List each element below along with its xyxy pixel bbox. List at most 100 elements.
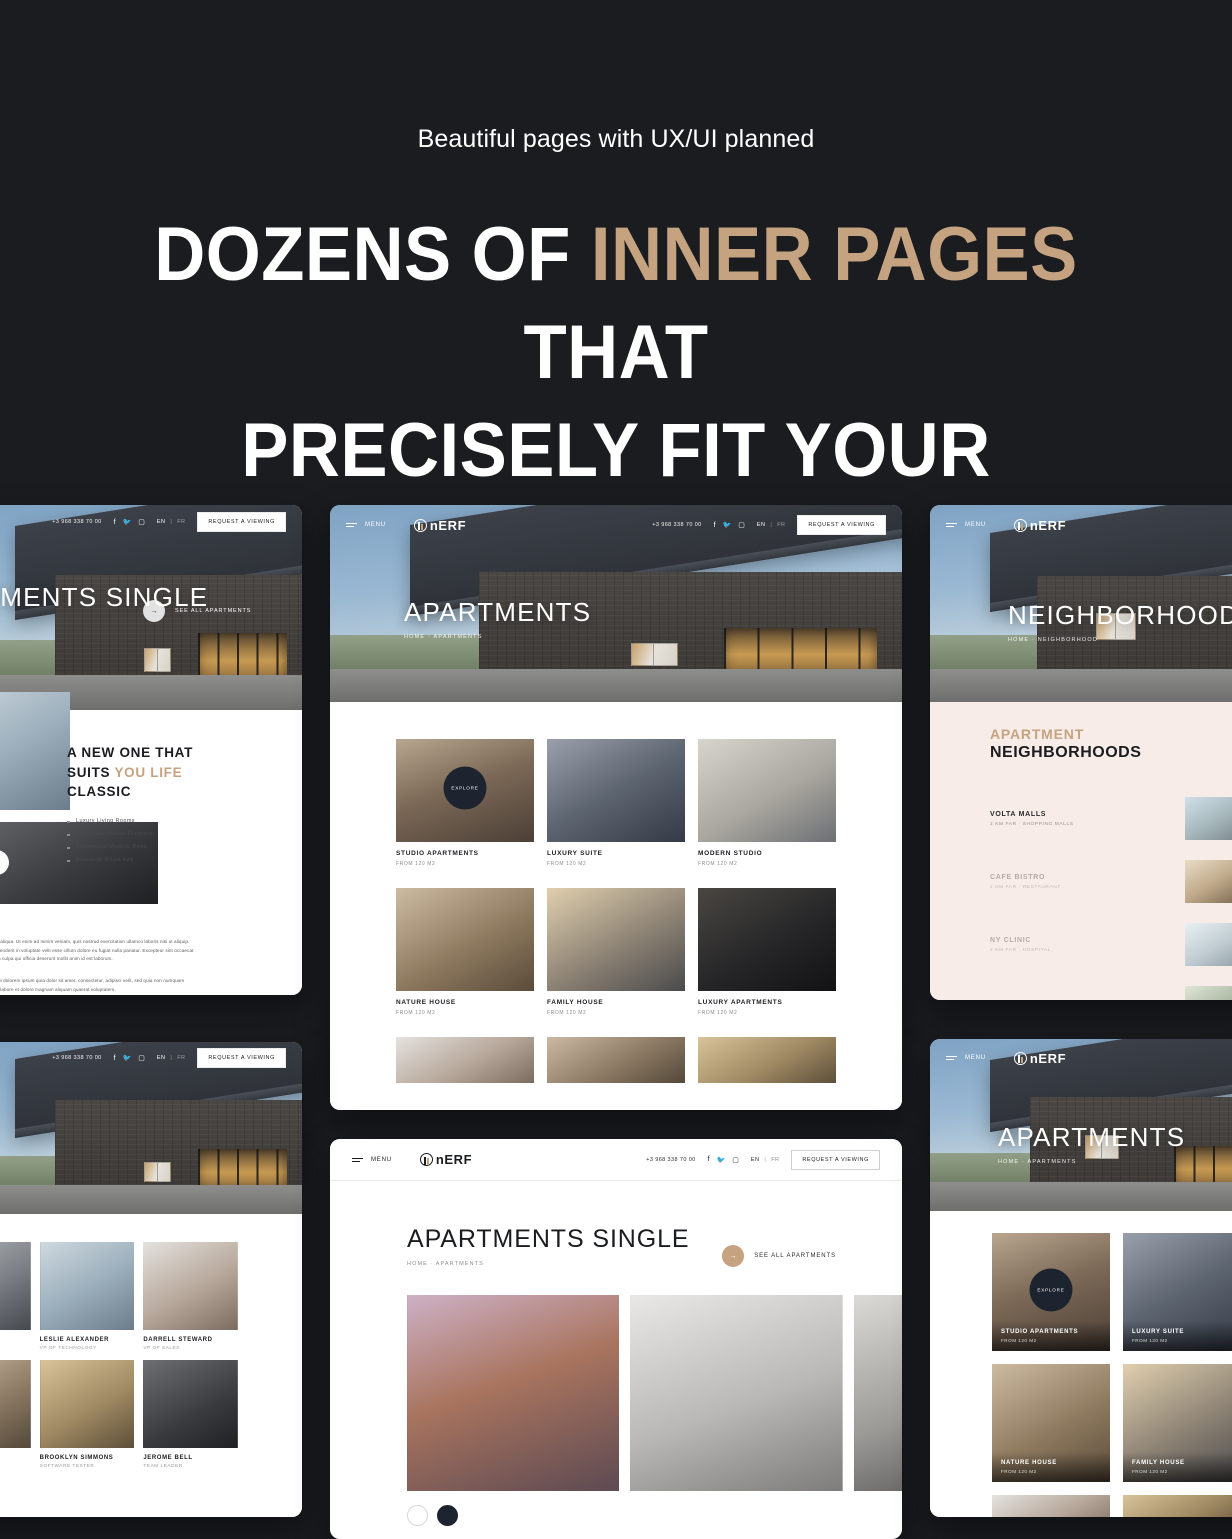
social-links[interactable]: f 🐦 ▢: [708, 1156, 739, 1164]
paragraph-block: unt ut labore et dolore magna aliqua. Ut…: [0, 938, 194, 995]
interior-photo-1: [0, 692, 70, 810]
language-switcher[interactable]: EN | FR: [757, 522, 785, 528]
lang-separator: |: [770, 522, 773, 528]
apartment-card[interactable]: FAMILY HOUSE FROM 120 M2: [547, 888, 685, 1016]
apartment-card[interactable]: MODERN STUDIO FROM 120 M2: [698, 739, 836, 867]
mockup-apartments-single-center[interactable]: MENU nERF +3 968 338 70 00 f 🐦 ▢ EN | FR…: [330, 1139, 902, 1539]
language-switcher[interactable]: EN | FR: [157, 519, 185, 525]
logo[interactable]: nERF: [413, 518, 466, 533]
language-switcher[interactable]: EN | FR: [157, 1055, 185, 1061]
see-all-apartments-button[interactable]: → SEE ALL APARTMENTS: [143, 600, 251, 622]
request-viewing-button[interactable]: REQUEST A VIEWING: [197, 512, 286, 532]
list-item[interactable]: VOLTA MALLS 2 KM FAR · SHOPPING MALLS: [990, 797, 1232, 840]
team-member[interactable]: [0, 1360, 31, 1469]
facebook-icon[interactable]: f: [714, 522, 716, 529]
lang-en[interactable]: EN: [157, 519, 165, 525]
mockup-team-left[interactable]: +3 968 338 70 00 f 🐦 ▢ EN | FR REQUEST A…: [0, 1042, 302, 1517]
team-member[interactable]: BROOKLYN SIMMONS SOFTWARE TESTER: [39, 1360, 135, 1469]
facebook-icon[interactable]: f: [708, 1156, 710, 1163]
lang-en[interactable]: EN: [751, 1157, 759, 1163]
apartment-card[interactable]: LUXURY APARTMENTS FROM 120 M2: [698, 888, 836, 1016]
see-all-apartments-button[interactable]: → SEE ALL APARTMENTS: [722, 1245, 836, 1267]
lang-fr[interactable]: FR: [777, 522, 785, 528]
menu-icon[interactable]: [946, 1056, 957, 1060]
team-member[interactable]: LESLIE ALEXANDER VP OF TECHNOLOGY: [39, 1242, 135, 1351]
gallery-image[interactable]: [630, 1295, 843, 1491]
menu-group[interactable]: MENU: [346, 522, 386, 528]
menu-icon[interactable]: [346, 523, 357, 527]
phone-number[interactable]: +3 968 338 70 00: [52, 1055, 101, 1061]
social-links[interactable]: f 🐦 ▢: [114, 518, 145, 527]
menu-icon[interactable]: [352, 1157, 363, 1162]
logo[interactable]: nERF: [419, 1152, 472, 1167]
menu-group[interactable]: MENU: [352, 1157, 392, 1163]
apartment-meta: FROM 120 M2: [1132, 1338, 1168, 1343]
phone-number[interactable]: +3 968 338 70 00: [652, 522, 701, 528]
menu-icon[interactable]: [946, 523, 957, 527]
list-item[interactable]: CAFE BISTRO 2 KM FAR · RESTAURANT: [990, 860, 1232, 903]
twitter-icon[interactable]: 🐦: [123, 518, 132, 526]
next-button[interactable]: [437, 1505, 458, 1526]
explore-button[interactable]: EXPLORE: [1029, 1268, 1073, 1312]
menu-group[interactable]: MENU: [946, 1055, 986, 1061]
gallery-image[interactable]: [407, 1295, 620, 1491]
list-item[interactable]: NY CLINIC 2 KM FAR · HOSPITAL: [990, 923, 1232, 966]
social-links[interactable]: f 🐦 ▢: [714, 521, 745, 530]
mockup-apartments-center[interactable]: MENU nERF +3 968 338 70 00 f 🐦 ▢ EN | FR…: [330, 505, 902, 1110]
mockup-apartments-single-left[interactable]: +3 968 338 70 00 f 🐦 ▢ EN | FR REQUEST A…: [0, 505, 302, 995]
logo[interactable]: nERF: [1013, 1051, 1066, 1066]
apartment-thumbnail[interactable]: [396, 1037, 534, 1083]
request-viewing-button[interactable]: REQUEST A VIEWING: [791, 1149, 880, 1170]
apartment-card[interactable]: LUXURY SUITE FROM 120 M2: [1123, 1233, 1232, 1351]
gallery-nav: [407, 1505, 902, 1526]
apartment-card[interactable]: NATURE HOUSE FROM 120 M2: [992, 1364, 1110, 1482]
lang-en[interactable]: EN: [157, 1055, 165, 1061]
member-name: LESLIE ALEXANDER: [39, 1337, 110, 1343]
apartment-thumbnail[interactable]: [698, 1037, 836, 1083]
team-member[interactable]: DARRELL STEWARD VP OF SALES: [143, 1242, 238, 1351]
language-switcher[interactable]: EN | FR: [751, 1157, 779, 1163]
social-links[interactable]: f 🐦 ▢: [114, 1054, 145, 1063]
phone-number[interactable]: +3 968 338 70 00: [646, 1157, 695, 1163]
apartment-thumbnail[interactable]: [547, 1037, 685, 1083]
team-member[interactable]: JEROME BELL TEAM LEADER: [143, 1360, 238, 1469]
apartment-card[interactable]: EXPLORE STUDIO APARTMENTS FROM 120 M2: [396, 739, 534, 867]
explore-button[interactable]: EXPLORE: [443, 766, 487, 810]
twitter-icon[interactable]: 🐦: [123, 1054, 132, 1062]
facebook-icon[interactable]: f: [114, 519, 116, 526]
instagram-icon[interactable]: ▢: [732, 1156, 739, 1164]
gallery-image[interactable]: [853, 1295, 902, 1491]
apartment-name: STUDIO APARTMENTS: [1001, 1329, 1079, 1335]
apartment-card[interactable]: FAMILY HOUSE FROM 120 M2: [1123, 1364, 1232, 1482]
member-role: SOFTWARE TESTER: [39, 1464, 95, 1469]
logo[interactable]: nERF: [1013, 518, 1066, 533]
instagram-icon[interactable]: ▢: [138, 518, 145, 526]
apartment-name: LUXURY SUITE: [547, 850, 603, 857]
lang-fr[interactable]: FR: [771, 1157, 779, 1163]
lang-fr[interactable]: FR: [177, 1055, 185, 1061]
mockup-apartments-right[interactable]: MENU nERF APARTMENTS HOME · APARTMENTS E…: [930, 1039, 1232, 1517]
twitter-icon[interactable]: 🐦: [723, 521, 732, 529]
page-heading: APARTMENTS SINGLE: [407, 1225, 690, 1253]
twitter-icon[interactable]: 🐦: [717, 1156, 726, 1164]
list-item[interactable]: EDUMY COLLEGE 2 KM FAR · SCHOOL: [990, 986, 1232, 1000]
lang-en[interactable]: EN: [757, 522, 765, 528]
apartment-card[interactable]: NATURE HOUSE FROM 120 M2: [396, 888, 534, 1016]
apartment-card[interactable]: [992, 1495, 1110, 1517]
apartment-card[interactable]: [1123, 1495, 1232, 1517]
building-logo-icon: [1013, 1051, 1027, 1065]
prev-button[interactable]: [407, 1505, 428, 1526]
instagram-icon[interactable]: ▢: [138, 1054, 145, 1062]
lang-fr[interactable]: FR: [177, 519, 185, 525]
request-viewing-button[interactable]: REQUEST A VIEWING: [797, 515, 886, 535]
apartment-card[interactable]: EXPLORE STUDIO APARTMENTS FROM 120 M2: [992, 1233, 1110, 1351]
mockup-neighborhood[interactable]: MENU nERF NEIGHBORHOOD HOME · NEIGHBORHO…: [930, 505, 1232, 1000]
team-member[interactable]: [0, 1242, 31, 1351]
phone-number[interactable]: +3 968 338 70 00: [52, 519, 101, 525]
team-grid: LESLIE ALEXANDER VP OF TECHNOLOGY DARREL…: [0, 1242, 238, 1469]
menu-group[interactable]: MENU: [946, 522, 986, 528]
apartment-card[interactable]: LUXURY SUITE FROM 120 M2: [547, 739, 685, 867]
request-viewing-button[interactable]: REQUEST A VIEWING: [197, 1048, 286, 1068]
instagram-icon[interactable]: ▢: [738, 521, 745, 529]
facebook-icon[interactable]: f: [114, 1055, 116, 1062]
